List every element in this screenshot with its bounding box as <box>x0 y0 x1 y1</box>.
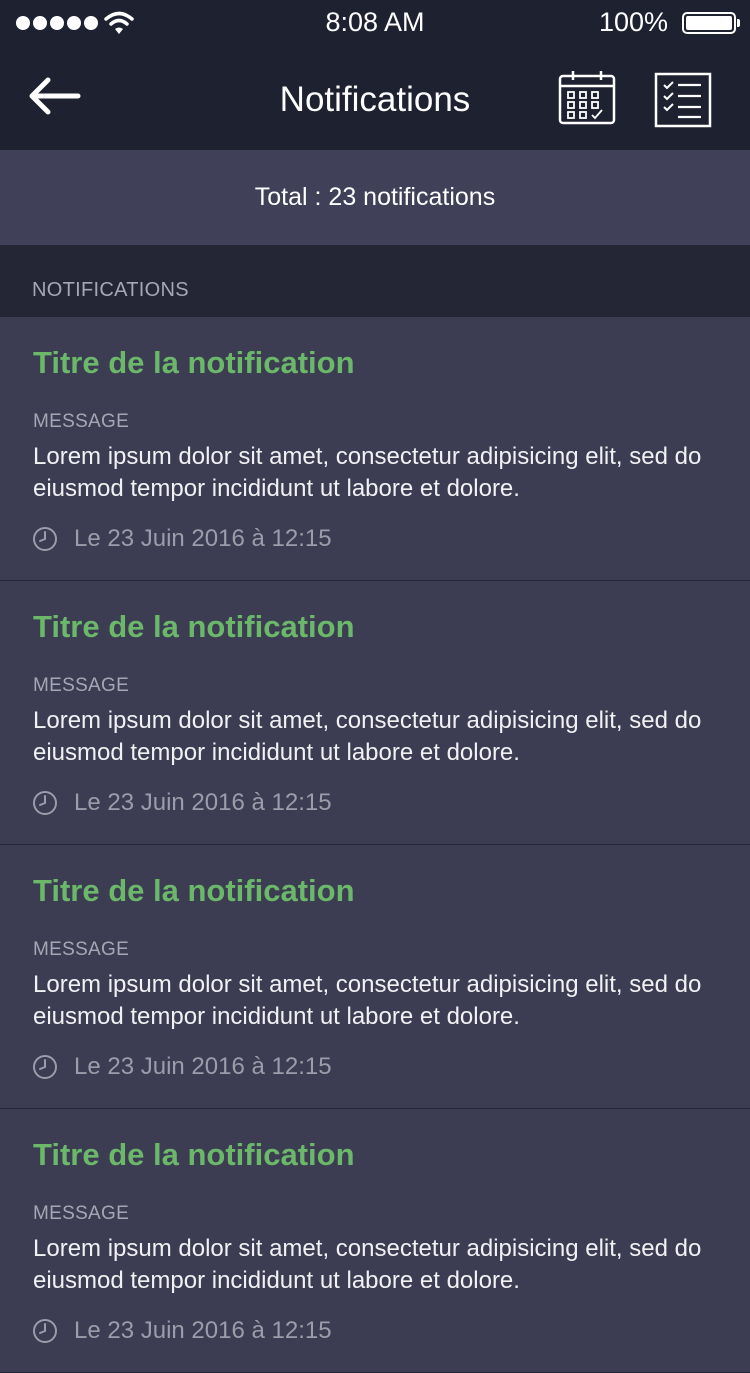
notification-message: Lorem ipsum dolor sit amet, consectetur … <box>33 707 702 766</box>
clock-icon <box>33 791 57 815</box>
section-label: NOTIFICATIONS <box>32 279 189 301</box>
top-bar: 8:08 AM 100% Notifications <box>0 0 750 150</box>
message-label: MESSAGE <box>33 411 130 432</box>
notification-list: Titre de la notification MESSAGE Lorem i… <box>0 317 750 1373</box>
notification-time-row: Le 23 Juin 2016 à 12:15 <box>32 523 332 555</box>
clock-icon <box>33 527 57 551</box>
section-header: NOTIFICATIONS <box>0 245 750 317</box>
status-bar: 8:08 AM 100% <box>0 0 750 48</box>
notification-time: Le 23 Juin 2016 à 12:15 <box>74 1317 332 1344</box>
total-notifications-banner: Total : 23 notifications <box>0 150 750 245</box>
checklist-icon <box>654 72 712 128</box>
notification-item[interactable]: Titre de la notification MESSAGE Lorem i… <box>0 317 750 581</box>
notification-time-row: Le 23 Juin 2016 à 12:15 <box>32 787 332 819</box>
notification-message: Lorem ipsum dolor sit amet, consectetur … <box>33 443 702 502</box>
notification-title: Titre de la notification <box>33 1137 355 1172</box>
notification-time-row: Le 23 Juin 2016 à 12:15 <box>32 1315 332 1347</box>
message-label: MESSAGE <box>33 675 130 696</box>
notification-message: Lorem ipsum dolor sit amet, consectetur … <box>33 1235 702 1294</box>
notification-message: Lorem ipsum dolor sit amet, consectetur … <box>33 971 702 1030</box>
notification-title: Titre de la notification <box>33 873 355 908</box>
notification-title: Titre de la notification <box>33 609 355 644</box>
page-title: Notifications <box>279 80 471 119</box>
calendar-button[interactable] <box>557 70 617 126</box>
battery-icon <box>682 12 740 34</box>
message-label: MESSAGE <box>33 1203 130 1224</box>
battery-percentage: 100% <box>598 7 668 37</box>
clock-icon <box>33 1319 57 1343</box>
notification-item[interactable]: Titre de la notification MESSAGE Lorem i… <box>0 845 750 1109</box>
notification-time: Le 23 Juin 2016 à 12:15 <box>74 525 332 552</box>
clock-icon <box>33 1055 57 1079</box>
notification-item[interactable]: Titre de la notification MESSAGE Lorem i… <box>0 581 750 845</box>
calendar-icon <box>558 71 616 125</box>
message-label: MESSAGE <box>33 939 130 960</box>
notification-time-row: Le 23 Juin 2016 à 12:15 <box>32 1051 332 1083</box>
checklist-button[interactable] <box>654 72 712 128</box>
notification-title: Titre de la notification <box>33 345 355 380</box>
notification-item[interactable]: Titre de la notification MESSAGE Lorem i… <box>0 1109 750 1373</box>
notification-time: Le 23 Juin 2016 à 12:15 <box>74 1053 332 1080</box>
notification-time: Le 23 Juin 2016 à 12:15 <box>74 789 332 816</box>
